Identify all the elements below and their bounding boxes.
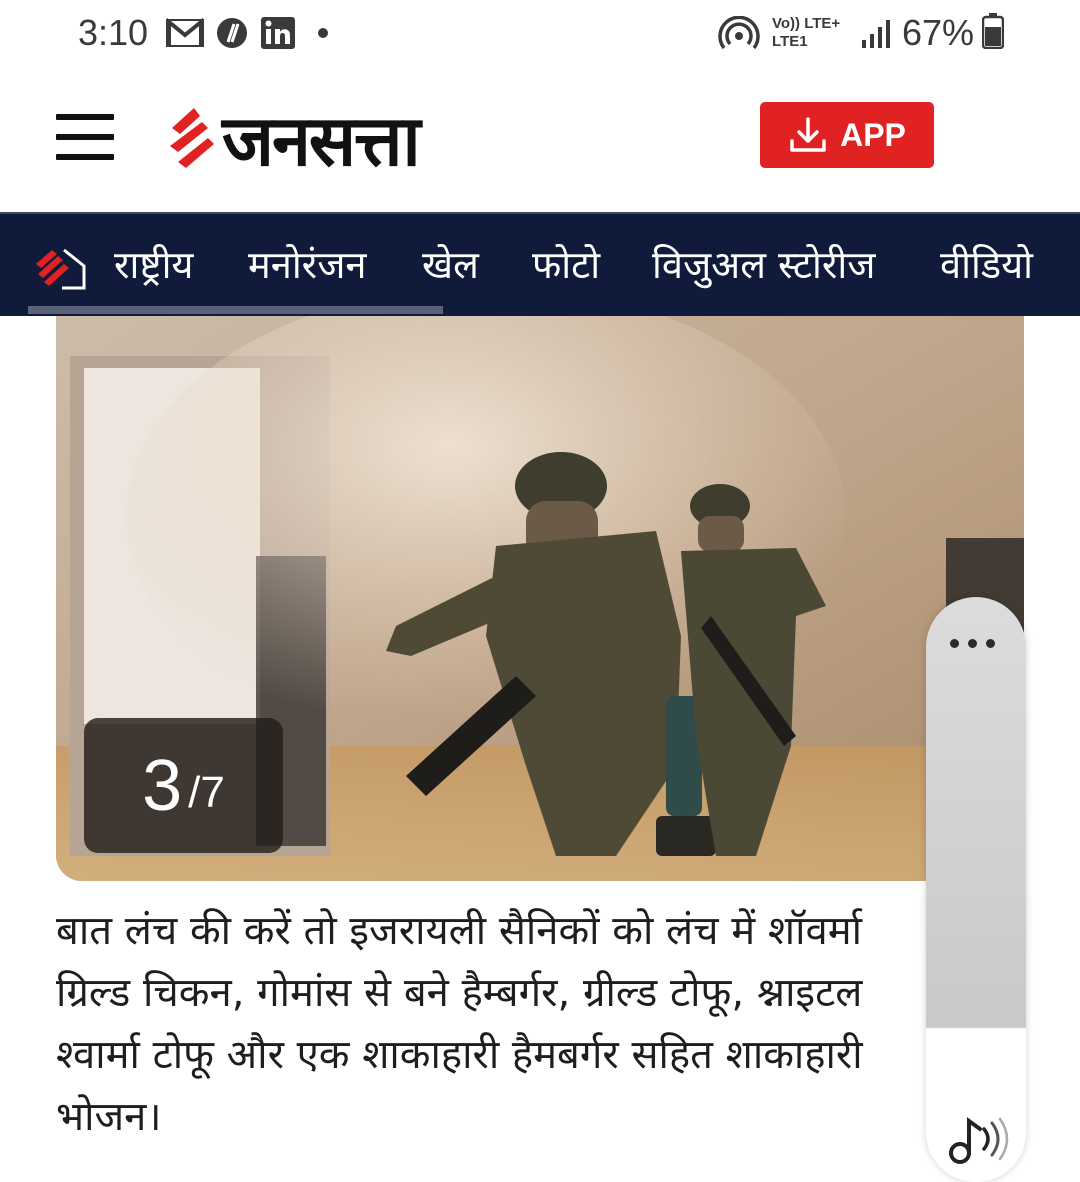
linkedin-icon bbox=[260, 16, 296, 50]
caption-line: ग्रिल्ड चिकन, गोमांस से बने हैम्बर्गर, ग… bbox=[56, 970, 863, 1016]
logo-mark-icon bbox=[170, 108, 214, 168]
download-icon bbox=[790, 117, 826, 152]
dot bbox=[950, 639, 959, 648]
site-logo[interactable]: जनसत्ता bbox=[164, 98, 421, 182]
menu-button[interactable] bbox=[56, 114, 114, 160]
site-header: जनसत्ता APP bbox=[0, 68, 1080, 212]
notification-dot-icon bbox=[318, 28, 328, 38]
home-icon[interactable] bbox=[34, 244, 88, 290]
audio-player-widget[interactable] bbox=[926, 597, 1026, 1182]
download-app-button[interactable]: APP bbox=[760, 102, 934, 168]
nav-item-visual-stories[interactable]: विजुअल स्टोरीज bbox=[652, 238, 875, 290]
network-type-top: Vo)) LTE+ bbox=[772, 15, 841, 32]
signal-icon bbox=[860, 16, 892, 50]
battery-icon bbox=[982, 13, 1004, 49]
status-bar: 3:10 Vo)) LTE+ LTE1 67% bbox=[0, 0, 1080, 68]
gallery-total: /7 bbox=[188, 767, 225, 817]
caption-line: भोजन। bbox=[56, 1094, 162, 1140]
hamburger-line bbox=[56, 134, 114, 140]
nav-item-national[interactable]: राष्ट्रीय bbox=[114, 238, 193, 290]
status-time: 3:10 bbox=[78, 12, 149, 53]
caption-line: श्वार्मा टोफू और एक शाकाहारी हैमबर्गर सह… bbox=[56, 1032, 863, 1078]
dot bbox=[968, 639, 977, 648]
app-button-label: APP bbox=[840, 116, 906, 153]
category-nav: राष्ट्रीय मनोरंजन खेल फोटो विजुअल स्टोरी… bbox=[0, 212, 1080, 316]
gallery-counter: 3 /7 bbox=[84, 718, 283, 853]
app-icon bbox=[214, 16, 250, 50]
logo-text: जनसत्ता bbox=[222, 100, 421, 182]
photo-caption: बात लंच की करें तो इजरायली सैनिकों को लं… bbox=[56, 900, 936, 1148]
hotspot-icon bbox=[718, 16, 760, 50]
hamburger-line bbox=[56, 154, 114, 160]
dot bbox=[986, 639, 995, 648]
more-options-icon[interactable] bbox=[950, 639, 995, 648]
nav-item-sports[interactable]: खेल bbox=[422, 238, 479, 290]
hamburger-line bbox=[56, 114, 114, 120]
listen-audio-icon[interactable] bbox=[944, 1107, 1014, 1167]
nav-scroll-indicator bbox=[28, 306, 443, 314]
nav-item-video[interactable]: वीडियो bbox=[940, 238, 1033, 290]
network-type-bottom: LTE1 bbox=[772, 33, 808, 50]
caption-line: बात लंच की करें तो इजरायली सैनिकों को लं… bbox=[56, 908, 862, 954]
battery-percent: 67% bbox=[901, 12, 974, 53]
nav-item-entertainment[interactable]: मनोरंजन bbox=[248, 238, 366, 290]
gmail-icon bbox=[166, 16, 204, 50]
gallery-current-index: 3 bbox=[142, 745, 183, 826]
nav-item-photo[interactable]: फोटो bbox=[532, 238, 600, 290]
